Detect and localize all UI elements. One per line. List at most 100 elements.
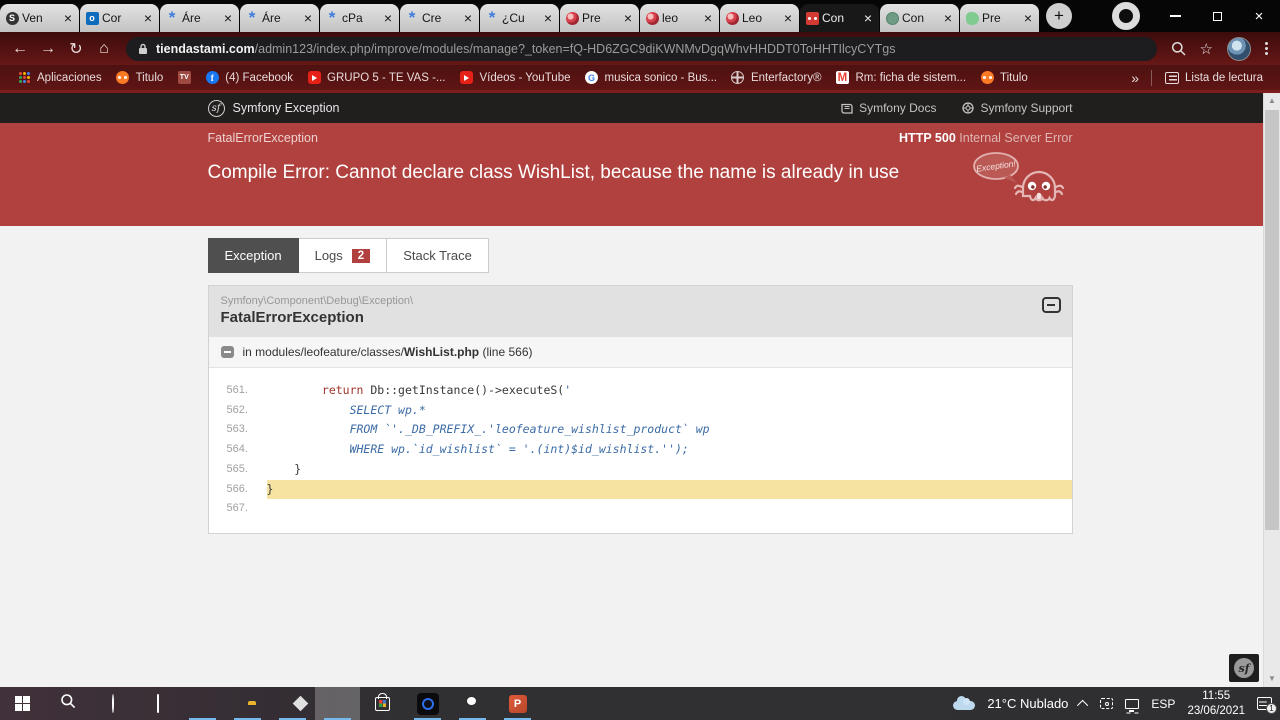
xampp-icon — [980, 71, 994, 85]
taskbar-start-button[interactable] — [0, 687, 45, 720]
browser-tab[interactable]: Pre × — [560, 4, 639, 32]
browser-tab[interactable]: * ¿Cu × — [480, 4, 559, 32]
taskbar-store-button[interactable] — [360, 687, 405, 720]
taskbar-task-view-button[interactable] — [135, 687, 180, 720]
taskbar-camera-button[interactable] — [405, 687, 450, 720]
tray-overflow-icon[interactable] — [1077, 699, 1089, 711]
scrollbar-thumb[interactable] — [1265, 110, 1279, 530]
bookmark-item[interactable]: f (4) Facebook — [198, 71, 300, 85]
browser-tab[interactable]: S Ven × — [0, 4, 79, 32]
browser-tab[interactable]: * Áre × — [160, 4, 239, 32]
new-tab-button[interactable]: + — [1046, 3, 1072, 29]
symfony-docs-link[interactable]: Symfony Docs — [841, 101, 936, 115]
tab-close-icon[interactable]: × — [142, 11, 154, 25]
line-number: 565. — [226, 462, 248, 475]
taskbar-edge-button[interactable] — [180, 687, 225, 720]
page-scrollbar[interactable]: ▲ ▼ — [1263, 93, 1280, 687]
url-path: /admin123/index.php/improve/modules/mana… — [254, 41, 896, 56]
window-minimize-button[interactable] — [1154, 0, 1196, 32]
screen-capture-icon[interactable] — [1100, 698, 1114, 709]
browser-tab[interactable]: * Áre × — [240, 4, 319, 32]
language-indicator[interactable]: ESP — [1151, 697, 1175, 711]
taskbar-powerpoint-button[interactable]: P — [495, 687, 540, 720]
reload-button[interactable]: ↻ — [62, 39, 90, 59]
taskbar-mail-button[interactable] — [270, 687, 315, 720]
collapse-toggle-icon[interactable] — [1041, 297, 1061, 313]
tab-close-icon[interactable]: × — [542, 11, 554, 25]
bookmark-item[interactable]: M Rm: ficha de sistem... — [828, 71, 973, 85]
bookmark-item[interactable]: Enterfactory® — [724, 71, 828, 85]
tab-exception[interactable]: Exception — [207, 238, 299, 273]
flower-blue-icon: * — [408, 8, 416, 27]
tab-close-icon[interactable]: × — [942, 11, 954, 25]
symfony-toolbar-toggle[interactable]: sf — [1229, 654, 1259, 682]
home-button[interactable]: ⌂ — [90, 40, 118, 58]
browser-tab[interactable]: Pre × — [960, 4, 1039, 32]
tab-close-icon[interactable]: × — [702, 11, 714, 25]
system-tray: 21°C Nublado ESP 11:55 23/06/2021 1 — [953, 687, 1280, 720]
bookmark-item[interactable]: Gmusica sonico - Bus... — [578, 71, 724, 85]
profile-avatar[interactable] — [1227, 36, 1251, 61]
back-button[interactable]: ← — [6, 40, 34, 58]
tab-title: leo — [662, 11, 679, 25]
scroll-up-icon[interactable]: ▲ — [1264, 93, 1280, 109]
browser-tab[interactable]: o Cor × — [80, 4, 159, 32]
symfony-brand: sf Symfony Exception — [207, 99, 340, 117]
browser-tab[interactable]: Con × — [800, 4, 879, 32]
tab-close-icon[interactable]: × — [382, 11, 394, 25]
trace-collapse-icon[interactable] — [220, 346, 234, 358]
code-line: 565. } — [209, 460, 1072, 480]
taskbar-file-explorer-button[interactable] — [225, 687, 270, 720]
browser-tab[interactable]: * Cre × — [400, 4, 479, 32]
clock[interactable]: 11:55 23/06/2021 — [1187, 689, 1245, 719]
bookmark-label: Vídeos - YouTube — [479, 71, 571, 84]
tab-close-icon[interactable]: × — [222, 11, 234, 25]
tab-logs[interactable]: Logs 2 — [297, 238, 388, 273]
window-close-button[interactable]: × — [1238, 0, 1280, 32]
address-bar[interactable]: tiendastami.com/admin123/index.php/impro… — [126, 36, 1157, 61]
tab-close-icon[interactable]: × — [62, 11, 74, 25]
exception-page-tabs: Exception Logs 2 Stack Trace — [207, 238, 1073, 273]
bookmarks-overflow-icon[interactable]: » — [1125, 70, 1145, 86]
circle-dark-icon: S — [5, 11, 19, 25]
bookmark-item[interactable]: Titulo — [109, 71, 171, 85]
tab-close-icon[interactable]: × — [782, 11, 794, 25]
url-text: tiendastami.com/admin123/index.php/impro… — [156, 42, 896, 56]
browser-tab[interactable]: * cPa × — [320, 4, 399, 32]
taskbar-chrome-button[interactable] — [315, 687, 360, 720]
tab-close-icon[interactable]: × — [462, 11, 474, 25]
ghost-red-icon — [805, 11, 819, 25]
tab-close-icon[interactable]: × — [862, 11, 874, 25]
weather-label[interactable]: 21°C Nublado — [987, 696, 1068, 711]
reading-list-button[interactable]: Lista de lectura — [1158, 71, 1270, 84]
window-restore-button[interactable] — [1196, 0, 1238, 32]
taskbar-apps: P — [0, 687, 540, 720]
record-indicator-icon[interactable] — [1112, 2, 1140, 30]
bookmark-star-icon[interactable]: ☆ — [1200, 40, 1213, 58]
symfony-support-link[interactable]: Symfony Support — [962, 101, 1073, 115]
browser-tab[interactable]: leo × — [640, 4, 719, 32]
tab-stack-trace[interactable]: Stack Trace — [386, 238, 489, 273]
forward-button[interactable]: → — [34, 40, 62, 58]
browser-menu-icon[interactable] — [1265, 42, 1268, 55]
zoom-icon[interactable] — [1171, 41, 1186, 56]
tab-title: Pre — [982, 11, 1001, 25]
bookmark-item[interactable]: Titulo — [973, 71, 1035, 85]
scroll-down-icon[interactable]: ▼ — [1264, 671, 1280, 687]
bookmark-item[interactable]: TV — [170, 71, 198, 85]
browser-tab[interactable]: Con × — [880, 4, 959, 32]
network-icon[interactable] — [1125, 698, 1140, 712]
search-icon — [60, 693, 76, 714]
bookmark-item[interactable]: Aplicaciones — [10, 71, 109, 85]
browser-tab[interactable]: Leo × — [720, 4, 799, 32]
bookmark-item[interactable]: Vídeos - YouTube — [452, 71, 577, 85]
taskbar-cortana-button[interactable] — [90, 687, 135, 720]
taskbar-search-button[interactable] — [45, 687, 90, 720]
notification-center-icon[interactable]: 1 — [1257, 697, 1277, 714]
exception-message: Compile Error: Cannot declare class Wish… — [207, 162, 900, 183]
tab-close-icon[interactable]: × — [622, 11, 634, 25]
tab-close-icon[interactable]: × — [302, 11, 314, 25]
bookmark-item[interactable]: GRUPO 5 - TE VAS -... — [300, 71, 452, 85]
taskbar-wechat-button[interactable] — [450, 687, 495, 720]
tab-close-icon[interactable]: × — [1022, 11, 1034, 25]
